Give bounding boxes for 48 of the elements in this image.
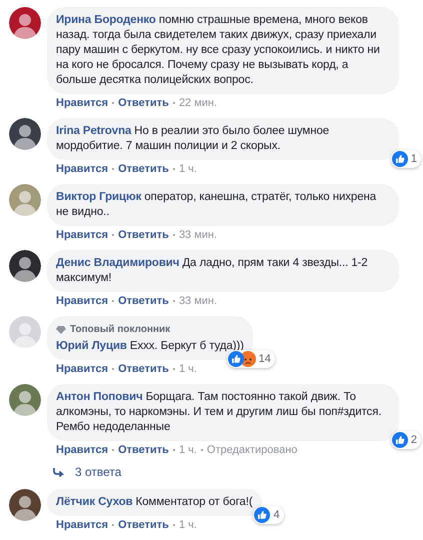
like-link[interactable]: Нравится: [56, 228, 108, 242]
like-link[interactable]: Нравится: [56, 362, 108, 376]
like-link[interactable]: Нравится: [56, 96, 108, 110]
comment-text: Денис Владимирович Да ладно, прям таки 4 звезды... 1-2 максимум!: [56, 256, 369, 286]
author-name[interactable]: Виктор Грицюк: [56, 191, 142, 203]
like-reaction-icon: [392, 150, 408, 167]
avatar[interactable]: [9, 489, 41, 521]
angry-reaction-icon: [240, 350, 256, 367]
reply-link[interactable]: Ответить: [118, 96, 169, 110]
comment-text: Антон Попович Борщага. Там постоянно такой движ. То алкомэны, то наркомэны. И тем и другим лиш бы поп#здится. Рембо недоделанные: [56, 390, 382, 435]
reaction-count: 1: [410, 152, 417, 166]
comment-text: Виктор Грицюк оператор, канешна, стратёг, только нихрена не видно..: [56, 190, 378, 220]
like-link[interactable]: Нравится: [56, 294, 108, 308]
reaction-count-badge[interactable]: 14: [226, 350, 275, 368]
diamond-icon: [56, 326, 66, 334]
reaction-count-badge[interactable]: 1: [390, 150, 421, 168]
reply-link[interactable]: Ответить: [118, 362, 169, 376]
reply-link[interactable]: Ответить: [118, 518, 169, 532]
like-link[interactable]: Нравится: [56, 162, 108, 176]
top-fan-label: Топовый поклонник: [70, 323, 170, 337]
reaction-count: 14: [258, 352, 271, 366]
reaction-count: 2: [410, 432, 417, 448]
reply-link[interactable]: Ответить: [118, 294, 169, 308]
reply-link[interactable]: Ответить: [118, 162, 169, 176]
comment-text: Ирина Бороденко помню страшные времена, много веков назад. тогда была свидетелем таких движух, сразу приехали пару машин с беркутом. ну все сразу успокоились. и никто ни на кого не бросался. Почему сразу не вызывать корд, а больше десятка полицейских вопрос.: [56, 13, 381, 88]
reaction-count-badge[interactable]: 4: [253, 506, 284, 524]
avatar[interactable]: [9, 118, 41, 150]
reply-link[interactable]: Ответить: [118, 228, 169, 242]
author-name[interactable]: Денис Владимирович: [56, 257, 180, 269]
view-replies-link[interactable]: 3 ответа: [75, 463, 122, 481]
author-name[interactable]: Ирина Бороденко: [56, 14, 156, 26]
reaction-count: 4: [273, 508, 280, 522]
avatar[interactable]: [9, 7, 41, 39]
comment-text: Irina Petrovna Но в реалии это было более шумное мордобитие. 7 машин полиции и 2 скорых.: [56, 124, 330, 154]
avatar[interactable]: [9, 250, 41, 282]
like-reaction-icon: [254, 506, 270, 523]
author-name[interactable]: Лётчик Сухов: [56, 496, 133, 508]
like-reaction-icon: [228, 350, 244, 367]
comment-text: Лётчик Сухов Комментатор от бога!(: [56, 495, 253, 510]
like-link[interactable]: Нравится: [56, 518, 108, 532]
like-link[interactable]: Нравится: [56, 443, 108, 457]
author-name[interactable]: Юрий Луцив: [56, 340, 127, 352]
like-reaction-icon: [392, 432, 408, 448]
author-name[interactable]: Антон Попович: [56, 391, 143, 403]
reply-link[interactable]: Ответить: [118, 443, 169, 457]
reply-arrow-icon: [53, 468, 65, 476]
reaction-count-badge[interactable]: 2: [390, 430, 421, 449]
author-name[interactable]: Irina Petrovna: [56, 125, 132, 137]
